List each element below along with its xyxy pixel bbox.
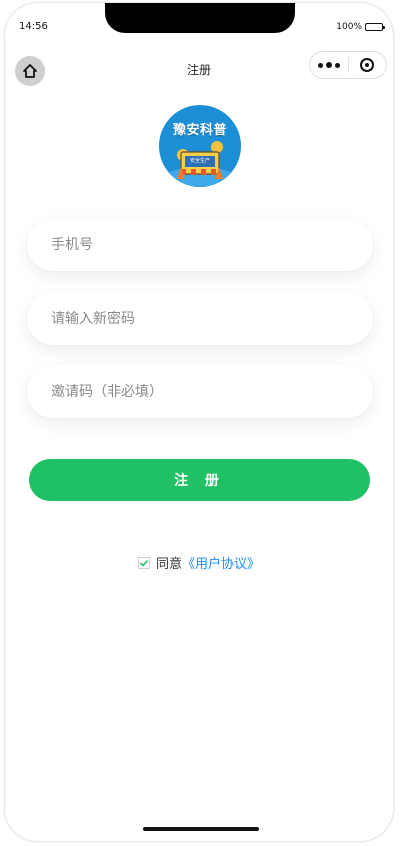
register-button[interactable]: 注 册 (29, 459, 370, 501)
check-icon (139, 559, 149, 567)
status-time: 14:56 (19, 21, 48, 32)
logo-sign-text: 安全生产 (189, 158, 210, 164)
password-field[interactable] (27, 293, 373, 345)
phone-input[interactable] (49, 236, 373, 254)
invite-code-field[interactable] (27, 366, 373, 418)
logo-illustration (160, 141, 240, 187)
mini-program-capsule (309, 51, 387, 79)
close-mini-program-button[interactable] (349, 52, 387, 78)
target-icon (360, 58, 375, 72)
user-agreement-link[interactable]: 《用户协议》 (182, 553, 260, 572)
password-input[interactable] (49, 310, 373, 328)
phone-frame: 14:56 100% 注册 豫安科普 安全生产 手机号 邀请码（非必填） 注 册… (4, 2, 394, 842)
agreement-row: 同意 《用户协议》 (5, 553, 393, 572)
home-indicator (143, 827, 259, 831)
agree-checkbox[interactable] (137, 556, 150, 569)
notch (105, 3, 295, 33)
phone-field[interactable] (27, 219, 373, 271)
app-logo: 豫安科普 安全生产 (159, 105, 241, 187)
battery-percent: 100% (336, 22, 362, 32)
invite-code-input[interactable] (49, 383, 373, 401)
more-icon (317, 62, 340, 68)
more-button[interactable] (310, 52, 348, 78)
battery-icon (365, 23, 385, 31)
status-battery: 100% (336, 22, 385, 32)
agree-label: 同意 (155, 557, 182, 572)
